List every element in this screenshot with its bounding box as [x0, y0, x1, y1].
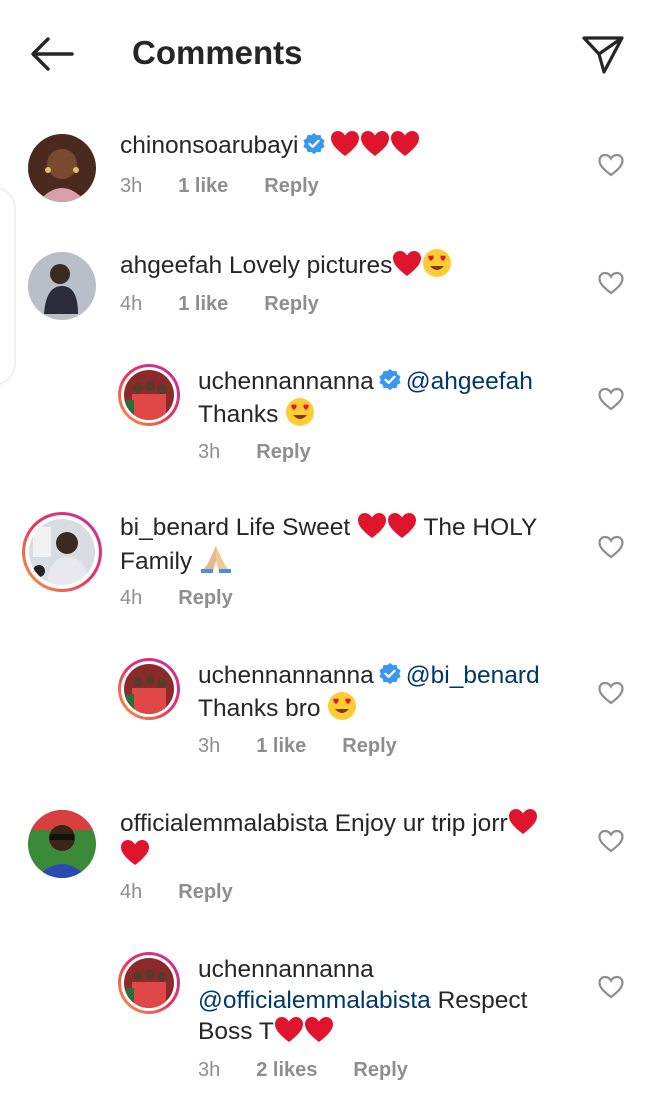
verified-badge-icon — [302, 132, 326, 156]
red-heart-emoji — [304, 1016, 334, 1043]
heart-outline-icon[interactable] — [598, 535, 624, 559]
mention-link[interactable]: @officialemmalabista — [198, 987, 431, 1014]
comment-meta: 4h Reply — [120, 881, 269, 904]
reply-text: uchennannanna @bi_benard Thanks bro — [198, 660, 578, 724]
heart-eyes-emoji — [327, 691, 357, 721]
paper-plane-icon[interactable] — [580, 34, 626, 76]
heart-outline-icon[interactable] — [598, 271, 624, 295]
red-heart-emoji — [508, 808, 538, 835]
side-handle[interactable] — [0, 186, 16, 386]
reply-button[interactable]: Reply — [264, 175, 318, 198]
heart-eyes-emoji — [422, 248, 452, 278]
heart-outline-icon[interactable] — [598, 387, 624, 411]
verified-badge-icon — [378, 662, 402, 686]
avatar — [124, 958, 174, 1008]
comment-time: 3h — [120, 175, 143, 197]
comment-time: 4h — [120, 587, 143, 609]
reply-button[interactable]: Reply — [264, 293, 318, 316]
red-heart-emoji — [360, 130, 390, 157]
comment-meta: 4h Reply — [120, 587, 269, 610]
comment-body-cont: Boss T — [198, 1018, 274, 1045]
red-heart-emoji — [357, 512, 387, 539]
comments-header: Comments — [0, 0, 662, 108]
story-ring[interactable] — [118, 364, 180, 426]
avatar — [124, 370, 174, 420]
comment-time: 3h — [198, 735, 221, 757]
comment-body: Lovely pictures — [229, 252, 393, 279]
comment-meta: 3h 1 like Reply — [198, 735, 433, 758]
reply-button[interactable]: Reply — [178, 881, 232, 904]
reply-button[interactable]: Reply — [353, 1059, 407, 1082]
comment-text: officialemmalabista Enjoy ur trip jorr — [120, 808, 580, 870]
reply-button[interactable]: Reply — [342, 735, 396, 758]
story-ring[interactable] — [22, 512, 102, 592]
arrow-left-icon[interactable] — [28, 34, 76, 74]
comment-time: 4h — [120, 293, 143, 315]
heart-outline-icon[interactable] — [598, 829, 624, 853]
heart-outline-icon[interactable] — [598, 975, 624, 999]
folded-hands-emoji — [199, 543, 233, 573]
comment-body: Enjoy ur trip jorr — [334, 810, 508, 837]
comment-meta: 3h 1 like Reply — [120, 175, 355, 198]
comment-username[interactable]: chinonsoarubayi — [120, 132, 298, 159]
mention-link[interactable]: @ahgeefah — [406, 368, 533, 395]
avatar — [29, 519, 95, 585]
reply-text: uchennannanna @ahgeefah Thanks — [198, 366, 578, 430]
comment-body: Thanks — [198, 401, 279, 428]
comment-likes[interactable]: 2 likes — [256, 1059, 317, 1082]
comment-body-cont: The HOLY — [423, 514, 538, 541]
comment-username[interactable]: officialemmalabista — [120, 810, 328, 837]
comment-meta: 3h 2 likes Reply — [198, 1059, 444, 1082]
comment-username[interactable]: uchennannanna — [198, 956, 374, 983]
comment-likes[interactable]: 1 like — [256, 735, 306, 758]
heart-outline-icon[interactable] — [598, 153, 624, 177]
red-heart-emoji — [120, 839, 150, 866]
reply-button[interactable]: Reply — [256, 441, 310, 464]
comment-time: 3h — [198, 1059, 221, 1081]
comment-time: 3h — [198, 441, 221, 463]
verified-badge-icon — [378, 368, 402, 392]
red-heart-emoji — [330, 130, 360, 157]
comment-username[interactable]: bi_benard — [120, 514, 229, 541]
mention-link[interactable]: @bi_benard — [406, 662, 540, 689]
avatar[interactable] — [28, 134, 96, 202]
story-ring[interactable] — [118, 658, 180, 720]
heart-eyes-emoji — [285, 397, 315, 427]
page-title: Comments — [132, 34, 303, 71]
comment-meta: 4h 1 like Reply — [120, 293, 355, 316]
red-heart-emoji — [274, 1016, 304, 1043]
comment-text: bi_benard Life Sweet The HOLY Family — [120, 512, 580, 577]
comment-body-end: Family — [120, 548, 193, 575]
comment-username[interactable]: uchennannanna — [198, 368, 374, 395]
comment-text: ahgeefah Lovely pictures — [120, 248, 452, 281]
comment-time: 4h — [120, 881, 143, 903]
red-heart-emoji — [387, 512, 417, 539]
comment-likes[interactable]: 1 like — [178, 175, 228, 198]
red-heart-emoji — [390, 130, 420, 157]
comment-likes[interactable]: 1 like — [178, 293, 228, 316]
red-heart-emoji — [392, 250, 422, 277]
avatar — [124, 664, 174, 714]
comment-body: Thanks bro — [198, 695, 321, 722]
comment-body: Life Sweet — [235, 514, 351, 541]
comment-body: Respect — [437, 987, 528, 1014]
avatar[interactable] — [28, 810, 96, 878]
comment-meta: 3h Reply — [198, 441, 347, 464]
story-ring[interactable] — [118, 952, 180, 1014]
comment-username[interactable]: ahgeefah — [120, 252, 222, 279]
reply-button[interactable]: Reply — [178, 587, 232, 610]
reply-text: uchennannanna @officialemmalabista Respe… — [198, 954, 578, 1047]
avatar[interactable] — [28, 252, 96, 320]
heart-outline-icon[interactable] — [598, 681, 624, 705]
comment-text: chinonsoarubayi — [120, 130, 420, 161]
comment-username[interactable]: uchennannanna — [198, 662, 374, 689]
